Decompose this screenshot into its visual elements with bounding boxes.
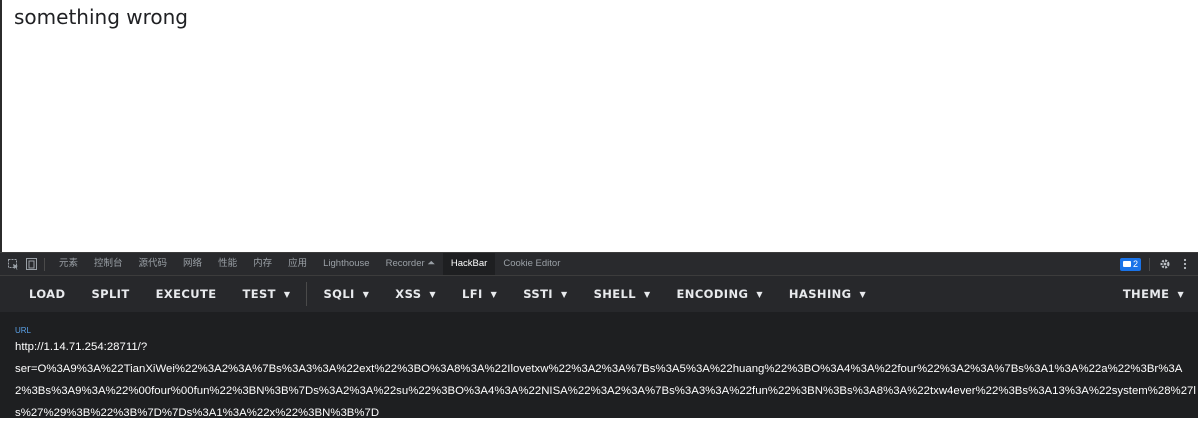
caret-down-icon: ▼ [859,289,867,299]
tabbar-separator-right [1149,257,1150,271]
settings-gear-icon[interactable] [1158,253,1172,275]
caret-down-icon: ▼ [561,289,568,299]
split-label: SPLIT [91,287,130,301]
issues-count: 2 [1132,258,1138,269]
encoding-label: ENCODING [676,287,749,301]
load-label: LOAD [29,287,66,301]
theme-label: THEME [1122,287,1170,301]
hashing-dropdown[interactable]: HASHING ▼ [776,276,879,312]
caret-down-icon: ▼ [429,289,436,299]
caret-down-icon: ▼ [283,289,291,299]
hackbar-toolbar: LOAD SPLIT EXECUTE TEST ▼ SQLI ▼ XSS ▼ LFI ▼… [0,276,1198,312]
test-dropdown[interactable]: TEST ▼ [229,276,303,312]
shell-label: SHELL [593,287,636,301]
url-input[interactable]: http://1.14.71.254:28711/? ser=O%3A9%3A%… [15,336,1197,424]
more-options-icon[interactable] [1178,253,1192,275]
issues-badge[interactable]: 2 [1119,257,1141,271]
tab-cookie-editor[interactable]: Cookie Editor [495,253,568,275]
message-icon [1122,261,1131,267]
encoding-dropdown[interactable]: ENCODING ▼ [664,276,776,312]
page-content: something wrong [0,0,1198,252]
device-toolbar-icon[interactable] [24,253,38,275]
tab-application[interactable]: 应用 [280,253,315,275]
url-area: URL http://1.14.71.254:28711/? ser=O%3A9… [0,312,1198,419]
tabbar-separator [44,257,45,271]
load-button[interactable]: LOAD [0,276,78,312]
xss-label: XSS [395,287,422,301]
caret-down-icon: ▼ [643,289,651,299]
tab-lighthouse[interactable]: Lighthouse [315,253,377,275]
caret-down-icon: ▼ [756,289,763,299]
caret-down-icon: ▼ [1177,289,1184,299]
tab-elements[interactable]: 元素 [51,253,86,275]
execute-button[interactable]: EXECUTE [143,276,230,312]
hashing-label: HASHING [788,287,852,301]
tab-performance[interactable]: 性能 [210,253,245,275]
inspect-element-icon[interactable] [6,253,20,275]
lfi-label: LFI [461,287,483,301]
page-message: something wrong [14,5,188,29]
tab-sources[interactable]: 源代码 [131,253,176,275]
tab-recorder[interactable]: Recorder ⏶ [378,253,443,275]
sqli-dropdown[interactable]: SQLI ▼ [310,276,382,312]
tab-memory[interactable]: 内存 [245,253,280,275]
split-button[interactable]: SPLIT [78,276,142,312]
tab-network[interactable]: 网络 [175,253,210,275]
theme-dropdown[interactable]: THEME ▼ [1110,276,1198,312]
tab-hackbar[interactable]: HackBar [442,253,496,275]
devtools-panel: 元素 控制台 源代码 网络 性能 内存 应用 Lighthouse Record… [0,252,1198,419]
test-label: TEST [242,287,276,301]
ssti-dropdown[interactable]: SSTI ▼ [510,276,580,312]
shell-dropdown[interactable]: SHELL ▼ [581,276,664,312]
caret-down-icon: ▼ [490,289,498,299]
toolbar-divider [306,282,308,306]
url-field-label: URL [15,326,32,335]
tabbar-right-controls: 2 [1119,253,1192,275]
caret-down-icon: ▼ [362,289,370,299]
tab-console[interactable]: 控制台 [86,253,131,275]
ssti-label: SSTI [523,287,553,301]
devtools-tabbar: 元素 控制台 源代码 网络 性能 内存 应用 Lighthouse Record… [0,252,1198,276]
lfi-dropdown[interactable]: LFI ▼ [449,276,510,312]
xss-dropdown[interactable]: XSS ▼ [382,276,449,312]
sqli-label: SQLI [323,287,355,301]
execute-label: EXECUTE [155,287,217,301]
